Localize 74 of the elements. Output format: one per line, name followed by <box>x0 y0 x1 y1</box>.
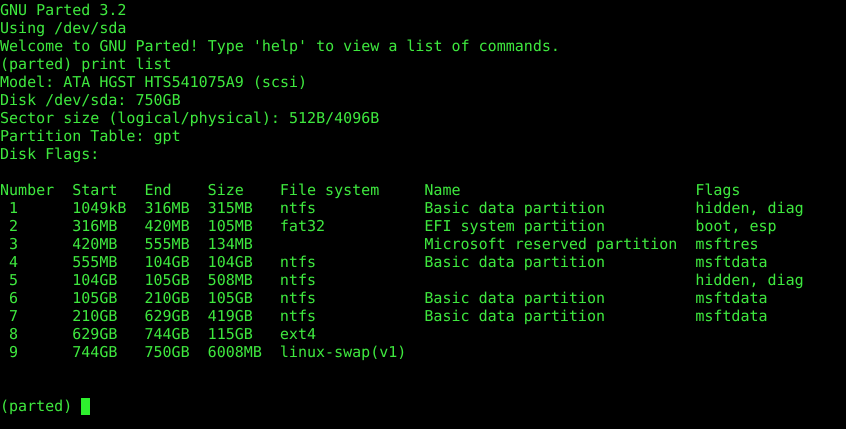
table-cell: Microsoft reserved partition <box>424 235 678 253</box>
table-cell: ntfs <box>280 271 316 289</box>
table-cell: hidden, diag <box>695 199 804 217</box>
command-prompt: (parted) <box>0 397 72 415</box>
terminal-output-line: Disk Flags: <box>0 145 100 163</box>
table-cell: 629GB <box>144 307 190 325</box>
table-cell: linux-swap(v1) <box>280 343 406 361</box>
table-cell: 555MB <box>144 235 190 253</box>
table-cell: 6 <box>9 289 18 307</box>
table-cell: 5 <box>9 271 18 289</box>
table-cell: 420MB <box>72 235 118 253</box>
table-cell: 420MB <box>144 217 190 235</box>
column-header: Number <box>0 181 54 199</box>
table-cell: 3 <box>9 235 18 253</box>
terminal-output-line: Using /dev/sda <box>0 19 126 37</box>
table-cell: hidden, diag <box>695 271 804 289</box>
table-cell: 744GB <box>72 343 118 361</box>
table-cell: 105GB <box>144 271 190 289</box>
table-cell: 316MB <box>72 217 118 235</box>
table-cell: 316MB <box>144 199 190 217</box>
terminal-output-line: (parted) print list <box>0 55 172 73</box>
table-cell: boot, esp <box>695 217 777 235</box>
table-cell: 134MB <box>208 235 253 253</box>
terminal-output-line: Disk /dev/sda: 750GB <box>0 91 181 109</box>
table-cell: 105GB <box>208 289 253 307</box>
column-header: File system <box>280 181 380 199</box>
terminal-output-line: GNU Parted 3.2 <box>0 1 126 19</box>
column-header: Flags <box>695 181 740 199</box>
column-header: Name <box>424 181 461 199</box>
column-header: Start <box>72 181 118 199</box>
table-cell: 8 <box>9 325 18 343</box>
table-cell: 629GB <box>72 325 118 343</box>
table-cell: 1 <box>9 199 18 217</box>
table-cell: ext4 <box>280 325 316 343</box>
table-cell: Basic data partition <box>424 289 606 307</box>
table-cell: fat32 <box>280 217 326 235</box>
table-cell: ntfs <box>280 289 316 307</box>
terminal-output-line: Partition Table: gpt <box>0 127 181 145</box>
table-cell: ntfs <box>280 307 316 325</box>
table-cell: 4 <box>9 253 18 271</box>
table-cell: 1049kB <box>72 199 126 217</box>
terminal-output-line: Model: ATA HGST HTS541075A9 (scsi) <box>0 73 308 91</box>
table-cell: 419GB <box>208 307 253 325</box>
table-cell: Basic data partition <box>424 253 606 271</box>
table-cell: 6008MB <box>208 343 262 361</box>
table-cell: ntfs <box>280 253 316 271</box>
table-cell: 2 <box>9 217 18 235</box>
table-cell: 104GB <box>72 271 118 289</box>
terminal-output-line: Welcome to GNU Parted! Type 'help' to view a list of commands. <box>0 37 560 55</box>
table-cell: Basic data partition <box>424 307 606 325</box>
table-cell: msftres <box>695 235 759 253</box>
table-cell: 115GB <box>208 325 253 343</box>
table-cell: 104GB <box>208 253 253 271</box>
table-cell: ntfs <box>280 199 316 217</box>
column-header: Size <box>208 181 244 199</box>
table-cell: 7 <box>9 307 18 325</box>
table-cell: 750GB <box>144 343 190 361</box>
table-cell: msftdata <box>695 307 768 325</box>
table-cell: EFI system partition <box>424 217 606 235</box>
table-cell: 210GB <box>72 307 118 325</box>
table-cell: 315MB <box>208 199 253 217</box>
table-cell: 104GB <box>144 253 190 271</box>
table-cell: 9 <box>9 343 18 361</box>
table-cell: 508MB <box>208 271 253 289</box>
table-cell: 210GB <box>144 289 190 307</box>
table-cell: 105GB <box>72 289 118 307</box>
table-cell: 105MB <box>208 217 253 235</box>
table-cell: 555MB <box>72 253 118 271</box>
terminal-output-line: Sector size (logical/physical): 512B/4096B <box>0 109 380 127</box>
table-cell: 744GB <box>144 325 190 343</box>
table-cell: Basic data partition <box>424 199 606 217</box>
table-cell: msftdata <box>695 253 768 271</box>
column-header: End <box>144 181 172 199</box>
table-cell: msftdata <box>695 289 768 307</box>
